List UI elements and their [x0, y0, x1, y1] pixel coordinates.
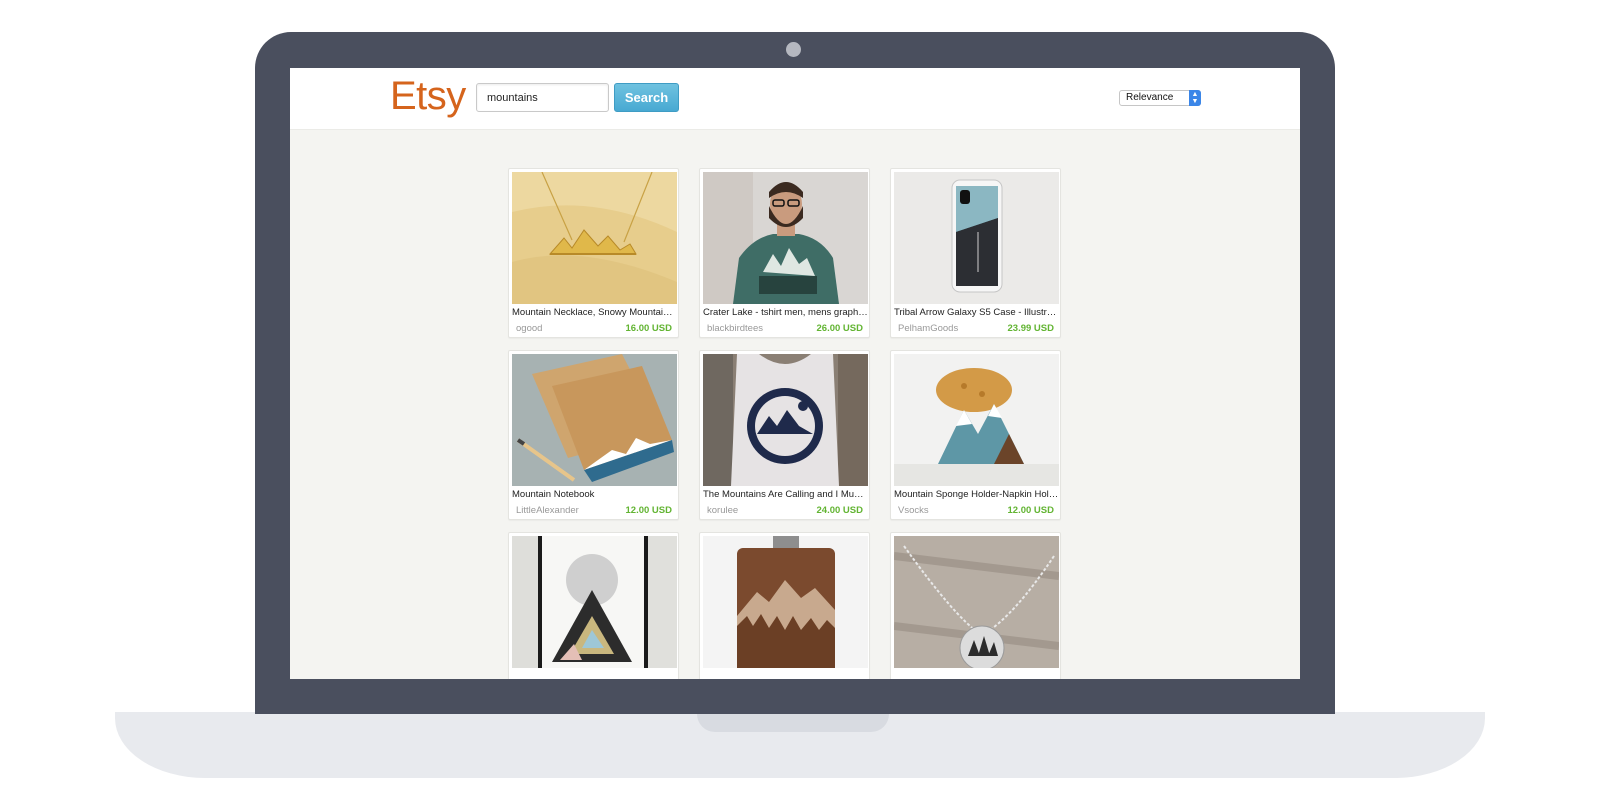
gold-necklace-image [512, 172, 677, 304]
listing-title[interactable]: The Mountains Are Calling and I Must... [703, 489, 868, 500]
tank-top-image [703, 354, 868, 486]
listing-card[interactable] [890, 532, 1061, 679]
wooden-flask-image [703, 536, 868, 668]
listing-title[interactable]: Crater Lake - tshirt men, mens graphi... [703, 307, 868, 318]
listing-image[interactable] [703, 536, 868, 668]
listing-card[interactable]: The Mountains Are Calling and I Must... … [699, 350, 870, 520]
listing-image[interactable] [703, 172, 868, 304]
listing-card[interactable]: Mountain Necklace, Snowy Mountain ... og… [508, 168, 679, 338]
listing-card[interactable]: Mountain Sponge Holder-Napkin Hold... Vs… [890, 350, 1061, 520]
listing-price: 23.99 USD [1007, 323, 1054, 334]
phone-case-image [894, 172, 1059, 304]
listing-title[interactable]: Tribal Arrow Galaxy S5 Case - Illustra..… [894, 307, 1059, 318]
listing-title[interactable]: Mountain Necklace, Snowy Mountain ... [512, 307, 677, 318]
search-button[interactable]: Search [614, 83, 679, 112]
listing-image[interactable] [512, 536, 677, 668]
laptop-notch [697, 712, 889, 732]
kraft-notebook-image [512, 354, 677, 486]
geometric-print-image [512, 536, 677, 668]
listing-shop[interactable]: korulee [707, 505, 738, 516]
listing-image[interactable] [703, 354, 868, 486]
silver-pendant-image [894, 536, 1059, 668]
site-header: Etsy Search Relevance ▲▼ [290, 68, 1300, 130]
browser-screen: Etsy Search Relevance ▲▼ Mountain Ne [290, 68, 1300, 679]
listing-shop[interactable]: ogood [516, 323, 542, 334]
listing-image[interactable] [512, 172, 677, 304]
sort-select[interactable]: Relevance ▲ ▼ [1119, 90, 1201, 106]
listing-image[interactable] [512, 354, 677, 486]
sponge-holder-image [894, 354, 1059, 486]
listing-image[interactable] [894, 354, 1059, 486]
listing-price: 26.00 USD [816, 323, 863, 334]
listing-price: 24.00 USD [816, 505, 863, 516]
camera-icon [786, 42, 801, 57]
listing-card[interactable] [699, 532, 870, 679]
listing-shop[interactable]: Vsocks [898, 505, 929, 516]
etsy-logo[interactable]: Etsy [390, 74, 466, 119]
select-arrows-icon: ▲ ▼ [1189, 90, 1201, 106]
listing-title[interactable]: Mountain Sponge Holder-Napkin Hold... [894, 489, 1059, 500]
listing-shop[interactable]: blackbirdtees [707, 323, 763, 334]
listing-image[interactable] [894, 172, 1059, 304]
listing-card[interactable]: Crater Lake - tshirt men, mens graphi...… [699, 168, 870, 338]
listing-price: 12.00 USD [625, 505, 672, 516]
listing-image[interactable] [894, 536, 1059, 668]
listing-price: 12.00 USD [1007, 505, 1054, 516]
listing-shop[interactable]: PelhamGoods [898, 323, 958, 334]
listing-shop[interactable]: LittleAlexander [516, 505, 579, 516]
listing-price: 16.00 USD [625, 323, 672, 334]
man-tshirt-image [703, 172, 868, 304]
listing-title[interactable]: Mountain Notebook [512, 489, 677, 500]
search-input[interactable] [476, 83, 609, 112]
listing-card[interactable]: Tribal Arrow Galaxy S5 Case - Illustra..… [890, 168, 1061, 338]
listing-card[interactable]: Mountain Notebook LittleAlexander 12.00 … [508, 350, 679, 520]
listing-card[interactable] [508, 532, 679, 679]
sort-selected-value: Relevance [1126, 92, 1174, 103]
